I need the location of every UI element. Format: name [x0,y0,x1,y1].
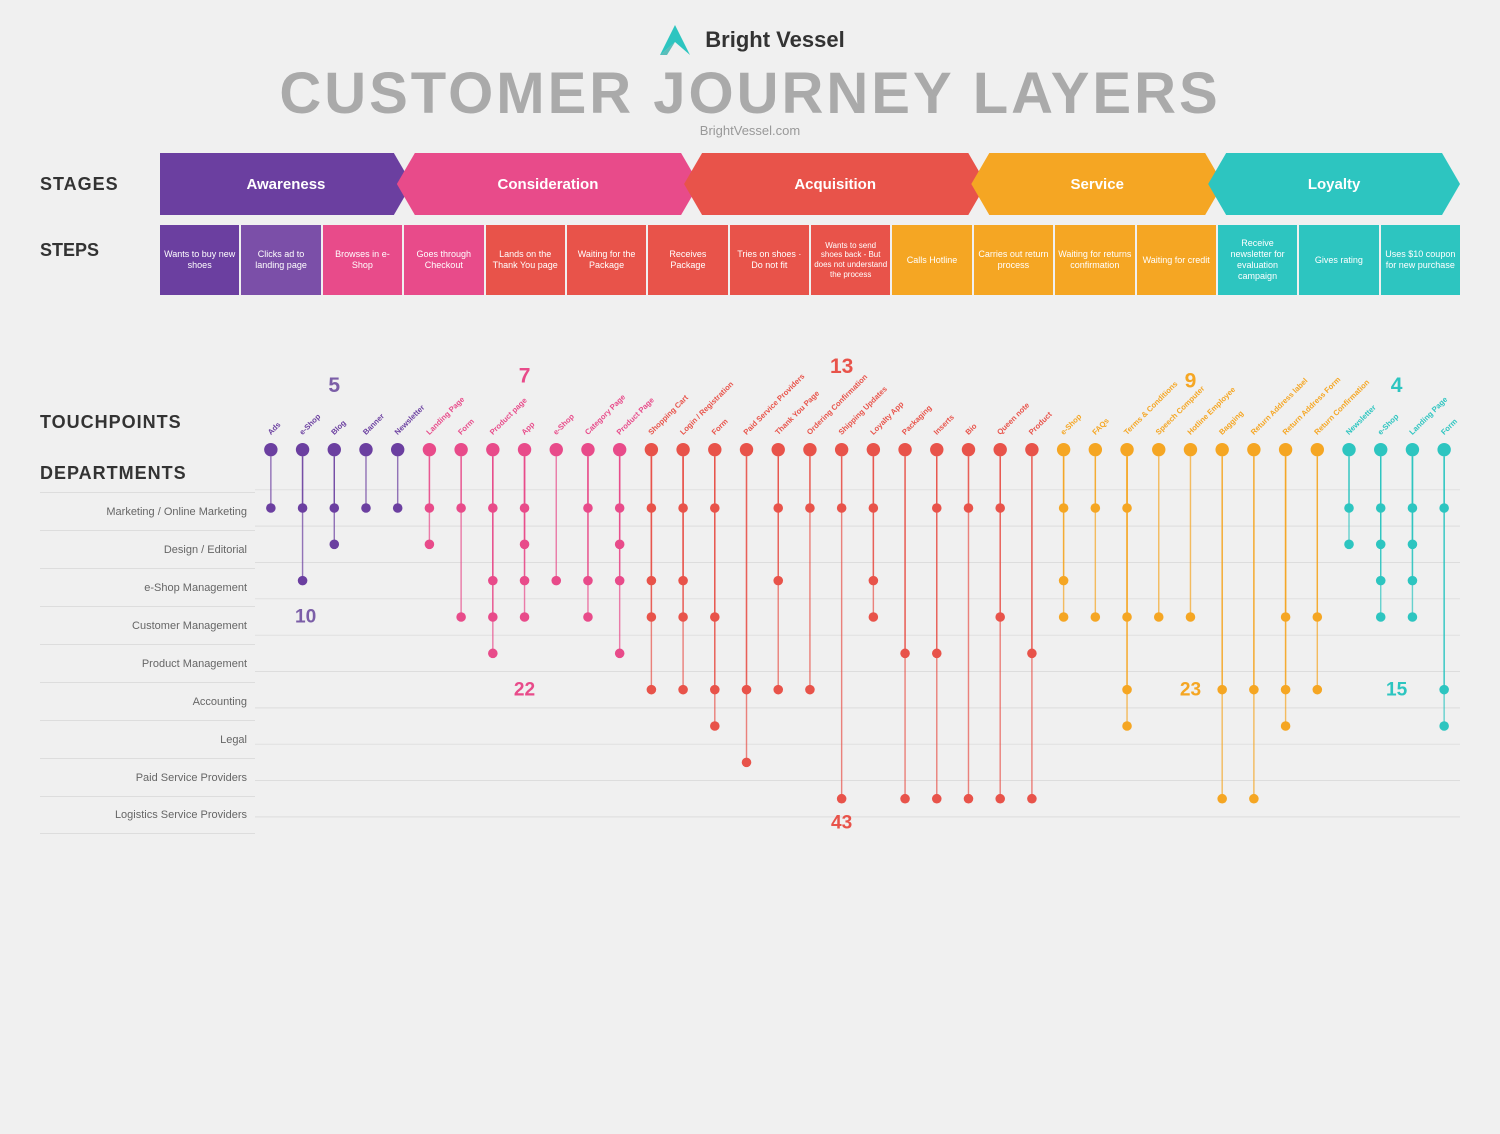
stage-consideration: Consideration [397,153,699,215]
svg-text:23: 23 [1180,679,1201,700]
svg-text:5: 5 [328,374,340,397]
chart-main: TOUCHPOINTS DEPARTMENTS Marketing / Onli… [40,303,1460,892]
svg-text:App: App [520,420,537,437]
step-5: Lands on the Thank You page [486,225,565,295]
logo-row: Bright Vessel [655,20,844,60]
page-container: Bright Vessel CUSTOMER JOURNEY LAYERS Br… [0,0,1500,1134]
touchpoints-label: TOUCHPOINTS [40,412,182,433]
subtitle: BrightVessel.com [700,123,800,138]
svg-text:15: 15 [1386,679,1408,700]
svg-text:Banner: Banner [361,412,386,437]
svg-text:Return Address label: Return Address label [1249,376,1310,437]
svg-text:Packaging: Packaging [900,403,934,437]
svg-text:10: 10 [295,607,316,628]
dept-labels-list: Marketing / Online Marketing Design / Ed… [40,492,255,834]
svg-text:Newsletter: Newsletter [1344,403,1378,437]
steps-container: Wants to buy new shoes Clicks ad to land… [160,225,1460,295]
logo-text: Bright Vessel [705,27,844,53]
stage-loyalty: Loyalty [1208,153,1460,215]
step-14: Receive newsletter for evaluation campai… [1218,225,1297,295]
logo-icon [655,20,695,60]
svg-text:Ordering Confirmation: Ordering Confirmation [805,372,870,437]
dept-label-eshop: e-Shop Management [40,568,255,606]
svg-text:Bio: Bio [964,421,979,436]
main-title: CUSTOMER JOURNEY LAYERS [279,65,1220,123]
svg-text:43: 43 [831,812,852,833]
svg-text:Form: Form [710,417,730,437]
stages-label: STAGES [40,174,160,195]
svg-text:e-Shop: e-Shop [1059,412,1084,437]
left-labels: TOUCHPOINTS DEPARTMENTS Marketing / Onli… [40,303,255,892]
stages-row: STAGES Awareness Consideration Acquisiti… [40,153,1460,215]
svg-text:Terms & Conditions: Terms & Conditions [1122,379,1179,436]
steps-label: STEPS [40,225,160,261]
chart-area: Adse-ShopBlogBannerNewsletterLanding Pag… [255,303,1460,892]
svg-text:FAQs: FAQs [1090,416,1110,436]
svg-text:7: 7 [519,365,531,388]
dept-label-product: Product Management [40,644,255,682]
dept-label-accounting: Accounting [40,682,255,720]
step-1: Wants to buy new shoes [160,225,239,295]
svg-text:Ads: Ads [266,420,283,437]
dept-label-paid-service: Paid Service Providers [40,758,255,796]
svg-text:Blog: Blog [329,418,348,437]
dept-label-customer: Customer Management [40,606,255,644]
dept-label-legal: Legal [40,720,255,758]
svg-text:4: 4 [1391,374,1403,397]
step-6: Waiting for the Package [567,225,646,295]
step-8: Tries on shoes · Do not fit [730,225,809,295]
svg-text:Form: Form [1439,417,1459,437]
main-chart-svg: Adse-ShopBlogBannerNewsletterLanding Pag… [255,303,1460,887]
dept-label-logistics: Logistics Service Providers [40,796,255,834]
svg-text:Return Confirmation: Return Confirmation [1312,378,1371,437]
stage-service: Service [971,153,1223,215]
svg-text:Return Address Form: Return Address Form [1281,375,1343,437]
step-9: Wants to send shoes back - But does not … [811,225,890,295]
svg-text:Login / Registration: Login / Registration [678,379,735,436]
svg-text:e-Shop: e-Shop [551,412,576,437]
svg-text:Newsletter: Newsletter [393,403,427,437]
step-12: Waiting for returns confirmation [1055,225,1134,295]
step-2: Clicks ad to landing page [241,225,320,295]
step-16: Uses $10 coupon for new purchase [1381,225,1460,295]
step-7: Receives Package [648,225,727,295]
departments-label-area: DEPARTMENTS Marketing / Online Marketing… [40,463,255,834]
step-15: Gives rating [1299,225,1378,295]
departments-label: DEPARTMENTS [40,463,255,484]
step-13: Waiting for credit [1137,225,1216,295]
svg-text:Bagging: Bagging [1217,408,1245,436]
stages-arrows: Awareness Consideration Acquisition Serv… [160,153,1460,215]
svg-text:Form: Form [456,417,476,437]
stage-acquisition: Acquisition [684,153,986,215]
step-4: Goes through Checkout [404,225,483,295]
dept-label-design: Design / Editorial [40,530,255,568]
touchpoints-label-area: TOUCHPOINTS [40,303,255,443]
svg-text:22: 22 [514,679,535,700]
dept-label-marketing: Marketing / Online Marketing [40,492,255,530]
svg-text:Paid Service Providers: Paid Service Providers [742,372,807,437]
steps-row: STEPS Wants to buy new shoes Clicks ad t… [40,225,1460,295]
step-3: Browses in e-Shop [323,225,402,295]
svg-text:Product: Product [1027,410,1054,437]
header: Bright Vessel CUSTOMER JOURNEY LAYERS Br… [40,20,1460,138]
svg-text:9: 9 [1185,369,1197,392]
svg-text:13: 13 [830,355,853,378]
step-11: Carries out return process [974,225,1053,295]
svg-text:Inserts: Inserts [932,413,956,437]
svg-text:Queen note: Queen note [995,401,1031,437]
svg-text:e-Shop: e-Shop [298,412,323,437]
svg-text:e-Shop: e-Shop [1376,412,1401,437]
stage-awareness: Awareness [160,153,412,215]
step-10: Calls Hotline [892,225,971,295]
